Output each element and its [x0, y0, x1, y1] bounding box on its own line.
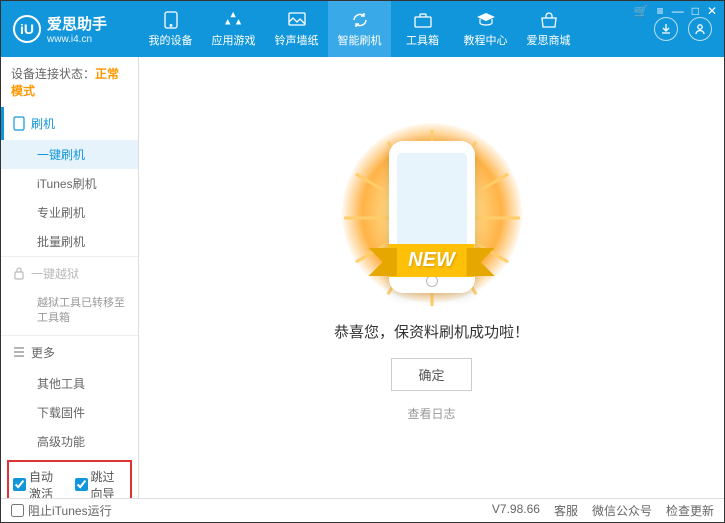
block-itunes-checkbox[interactable]: 阻止iTunes运行 [11, 502, 112, 519]
sidebar-pro-flash[interactable]: 专业刷机 [1, 198, 138, 227]
logo-icon: iU [13, 15, 41, 43]
sidebar-other-tools[interactable]: 其他工具 [1, 369, 138, 398]
logo-url: www.i4.cn [47, 34, 107, 45]
logo-title: 爱思助手 [47, 13, 107, 34]
check-update-link[interactable]: 检查更新 [666, 502, 714, 519]
cart-icon[interactable]: 🛒 [634, 4, 649, 18]
checkbox-highlight: 自动激活 跳过向导 [7, 460, 132, 498]
main-content: NEW 恭喜您，保资料刷机成功啦！ 确定 查看日志 [139, 57, 724, 498]
footer: 阻止iTunes运行 V7.98.66 客服 微信公众号 检查更新 [1, 498, 724, 522]
sidebar-oneclick-flash[interactable]: 一键刷机 [1, 140, 138, 169]
nav-my-device[interactable]: 我的设备 [139, 1, 202, 57]
customer-service-link[interactable]: 客服 [554, 502, 578, 519]
maximize-icon[interactable]: □ [692, 4, 699, 18]
hamburger-icon [13, 347, 25, 357]
lock-icon [13, 267, 25, 280]
nav-apps[interactable]: 应用游戏 [202, 1, 265, 57]
jailbreak-note: 越狱工具已转移至工具箱 [1, 290, 138, 335]
close-icon[interactable]: ✕ [707, 4, 717, 18]
minimize-icon[interactable]: — [672, 4, 684, 18]
download-button[interactable] [654, 17, 678, 41]
nav-store[interactable]: 爱思商城 [517, 1, 580, 57]
phone-small-icon [13, 116, 25, 131]
toolbox-icon [413, 11, 433, 29]
skip-guide-checkbox[interactable]: 跳过向导 [75, 468, 127, 498]
sidebar-advanced[interactable]: 高级功能 [1, 427, 138, 456]
view-log-link[interactable]: 查看日志 [407, 405, 455, 422]
sidebar-flash-header[interactable]: 刷机 [1, 107, 138, 140]
sidebar: 设备连接状态：正常模式 刷机 一键刷机 iTunes刷机 专业刷机 批量刷机 一… [1, 57, 139, 498]
connection-status: 设备连接状态：正常模式 [1, 57, 138, 107]
wallpaper-icon [287, 11, 307, 29]
user-button[interactable] [688, 17, 712, 41]
nav-flash[interactable]: 智能刷机 [328, 1, 391, 57]
refresh-icon [350, 11, 370, 29]
graduation-icon [476, 11, 496, 29]
nav: 我的设备 应用游戏 铃声墙纸 智能刷机 工具箱 教程中心 爱思商城 [139, 1, 654, 57]
nav-toolbox[interactable]: 工具箱 [391, 1, 454, 57]
wechat-link[interactable]: 微信公众号 [592, 502, 652, 519]
ok-button[interactable]: 确定 [391, 358, 471, 391]
auto-activate-checkbox[interactable]: 自动激活 [13, 468, 65, 498]
apps-icon [224, 11, 244, 29]
menu-icon[interactable]: ≡ [657, 4, 664, 18]
header: iU 爱思助手 www.i4.cn 我的设备 应用游戏 铃声墙纸 智能刷机 工具… [1, 1, 724, 57]
sidebar-jailbreak-header[interactable]: 一键越狱 [1, 257, 138, 290]
version-label: V7.98.66 [492, 502, 540, 519]
success-message: 恭喜您，保资料刷机成功啦！ [334, 321, 529, 342]
sidebar-itunes-flash[interactable]: iTunes刷机 [1, 169, 138, 198]
phone-icon [161, 11, 181, 29]
nav-tutorials[interactable]: 教程中心 [454, 1, 517, 57]
new-ribbon: NEW [388, 244, 475, 277]
success-illustration: NEW [342, 133, 522, 303]
sidebar-batch-flash[interactable]: 批量刷机 [1, 227, 138, 256]
sidebar-download-firmware[interactable]: 下载固件 [1, 398, 138, 427]
nav-ringtones[interactable]: 铃声墙纸 [265, 1, 328, 57]
logo: iU 爱思助手 www.i4.cn [1, 13, 139, 45]
sidebar-more-header[interactable]: 更多 [1, 336, 138, 369]
store-icon [539, 11, 559, 29]
